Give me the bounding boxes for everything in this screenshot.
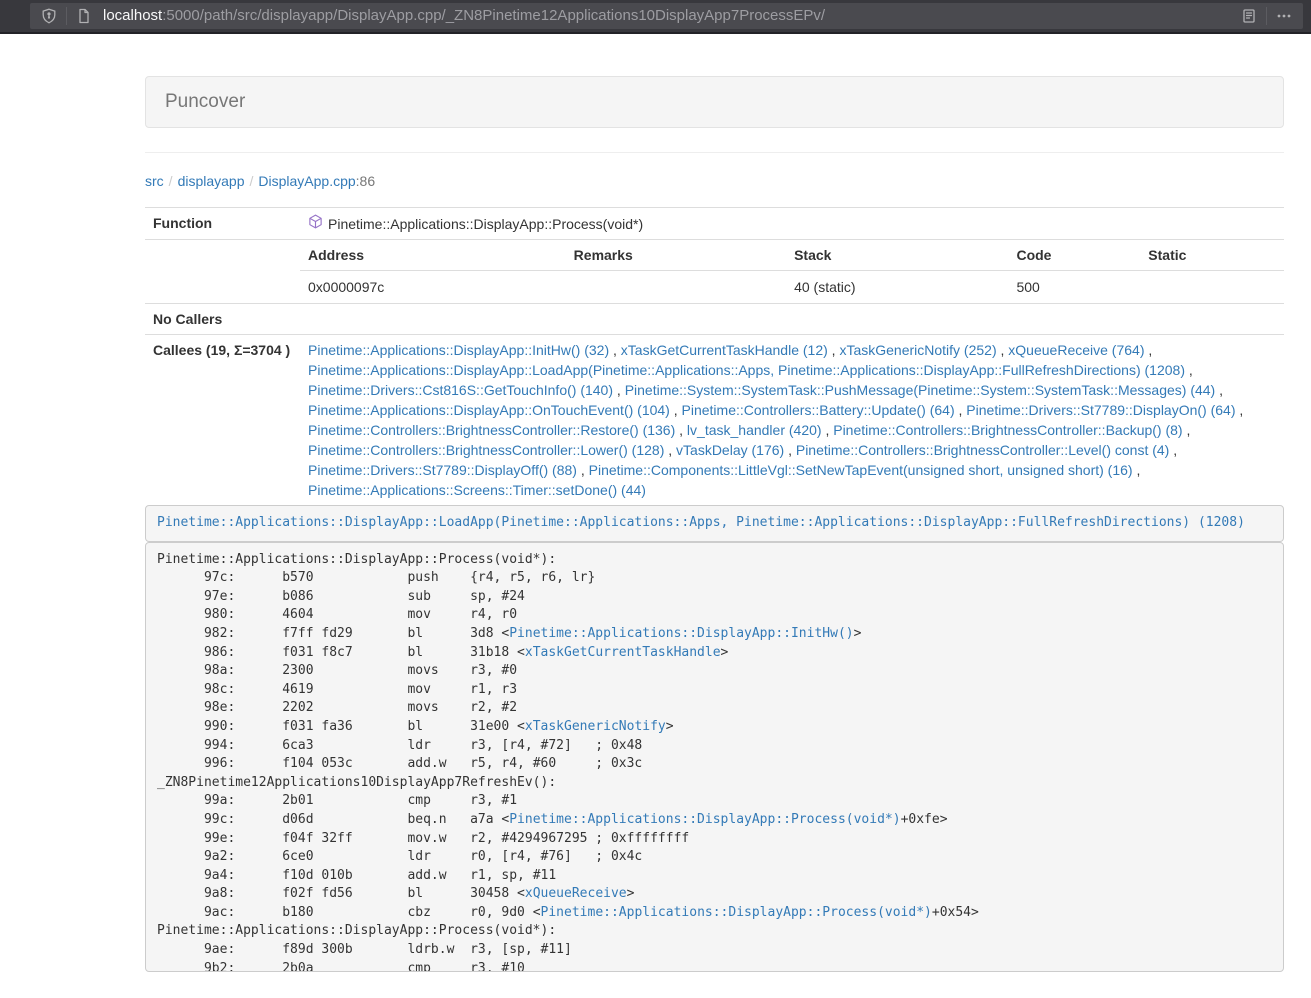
disasm-symbol-link[interactable]: Pinetime::Applications::DisplayApp::Proc… xyxy=(541,905,932,920)
disasm-line: 97e: b086 sub sp, #24 xyxy=(157,588,1272,607)
disasm-line: 98c: 4619 mov r1, r3 xyxy=(157,681,1272,700)
disasm-line: 990: f031 fa36 bl 31e00 <xTaskGenericNot… xyxy=(157,718,1272,737)
disasm-line: 98a: 2300 movs r3, #0 xyxy=(157,662,1272,681)
callee-link[interactable]: Pinetime::Applications::Screens::Timer::… xyxy=(308,482,646,498)
app-header-panel: Puncover xyxy=(145,76,1284,128)
disasm-line: _ZN8Pinetime12Applications10DisplayApp7R… xyxy=(157,774,1272,793)
breadcrumb-separator: / xyxy=(245,173,259,189)
callee-link[interactable]: Pinetime::Applications::DisplayApp::Init… xyxy=(308,342,609,358)
callee-link[interactable]: Pinetime::Drivers::St7789::DisplayOff() … xyxy=(308,462,577,478)
callee-link[interactable]: Pinetime::Controllers::BrightnessControl… xyxy=(833,422,1182,438)
symbol-cube-icon xyxy=(308,214,323,234)
static-value xyxy=(1140,271,1284,304)
callees-list: Pinetime::Applications::DisplayApp::Init… xyxy=(300,335,1284,506)
disasm-line: 996: f104 053c add.w r5, r4, #60 ; 0x3c xyxy=(157,755,1272,774)
code-size-value: 500 xyxy=(1008,271,1140,304)
callee-link[interactable]: vTaskDelay (176) xyxy=(676,442,784,458)
callee-link[interactable]: xTaskGetCurrentTaskHandle (12) xyxy=(621,342,828,358)
page-title: Puncover xyxy=(165,90,1264,114)
disasm-line: 97c: b570 push {r4, r5, r6, lr} xyxy=(157,569,1272,588)
callees-label: Callees (19, Σ=3704 ) xyxy=(145,335,300,506)
disasm-line: 9a8: f02f fd56 bl 30458 <xQueueReceive> xyxy=(157,885,1272,904)
disasm-symbol-link[interactable]: xTaskGetCurrentTaskHandle xyxy=(525,645,721,660)
function-row: Function Pinetime::Applications::Display… xyxy=(145,208,1284,240)
source-line-number: :86 xyxy=(356,173,375,189)
disassembly-listing: Pinetime::Applications::DisplayApp::Proc… xyxy=(145,542,1284,972)
callees-row: Callees (19, Σ=3704 ) Pinetime::Applicat… xyxy=(145,335,1284,506)
address-value: 0x0000097c xyxy=(300,271,566,304)
url-text[interactable]: localhost:5000/path/src/displayapp/Displ… xyxy=(103,6,1238,26)
reader-mode-icon[interactable] xyxy=(1238,5,1260,27)
divider xyxy=(145,152,1284,153)
stats-table: Address Remarks Stack Code Static 0x0000… xyxy=(300,240,1284,303)
shield-icon[interactable] xyxy=(38,5,60,27)
disasm-symbol-link[interactable]: Pinetime::Applications::DisplayApp::Proc… xyxy=(509,812,900,827)
callee-link[interactable]: xTaskGenericNotify (252) xyxy=(839,342,996,358)
callee-link[interactable]: Pinetime::Applications::DisplayApp::Load… xyxy=(308,362,1185,378)
callee-link[interactable]: Pinetime::Controllers::BrightnessControl… xyxy=(308,442,664,458)
col-remarks: Remarks xyxy=(566,240,786,271)
disasm-line: 9ac: b180 cbz r0, 9d0 <Pinetime::Applica… xyxy=(157,904,1272,923)
breadcrumb: src/displayapp/DisplayApp.cpp:86 xyxy=(145,171,1284,191)
disasm-line: Pinetime::Applications::DisplayApp::Proc… xyxy=(157,551,1272,570)
page-info-icon[interactable] xyxy=(73,5,95,27)
disasm-line: 9b2: 2b0a cmp r3, #10 xyxy=(157,960,1272,972)
callee-link[interactable]: xQueueReceive (764) xyxy=(1008,342,1144,358)
page-actions-menu-icon[interactable] xyxy=(1273,5,1295,27)
url-bar[interactable]: localhost:5000/path/src/displayapp/Displ… xyxy=(30,3,1303,29)
stats-header-row: Address Remarks Stack Code Static xyxy=(300,240,1284,271)
stats-row: Address Remarks Stack Code Static 0x0000… xyxy=(145,240,1284,304)
disasm-line: 9a4: f10d 010b add.w r1, sp, #11 xyxy=(157,867,1272,886)
callee-link[interactable]: lv_task_handler (420) xyxy=(687,422,822,438)
disasm-line: 98e: 2202 movs r2, #2 xyxy=(157,699,1272,718)
highlighted-callee-box: Pinetime::Applications::DisplayApp::Load… xyxy=(145,505,1284,542)
urlbar-separator xyxy=(66,7,67,25)
disasm-line: 980: 4604 mov r4, r0 xyxy=(157,606,1272,625)
callee-link[interactable]: Pinetime::System::SystemTask::PushMessag… xyxy=(625,382,1216,398)
col-static: Static xyxy=(1140,240,1284,271)
col-address: Address xyxy=(300,240,566,271)
disasm-line: 994: 6ca3 ldr r3, [r4, #72] ; 0x48 xyxy=(157,737,1272,756)
disasm-line: 9ae: f89d 300b ldrb.w r3, [sp, #11] xyxy=(157,941,1272,960)
disasm-line: 99a: 2b01 cmp r3, #1 xyxy=(157,792,1272,811)
disasm-line: 99c: d06d beq.n a7a <Pinetime::Applicati… xyxy=(157,811,1272,830)
browser-toolbar: localhost:5000/path/src/displayapp/Displ… xyxy=(0,0,1311,34)
breadcrumb-link[interactable]: DisplayApp.cpp xyxy=(258,173,355,189)
url-host: localhost xyxy=(103,7,162,24)
breadcrumb-link[interactable]: src xyxy=(145,173,164,189)
function-table: Function Pinetime::Applications::Display… xyxy=(145,207,1284,505)
callee-link[interactable]: Pinetime::Components::LittleVgl::SetNewT… xyxy=(589,462,1133,478)
disasm-symbol-link[interactable]: Pinetime::Applications::DisplayApp::Init… xyxy=(509,626,853,641)
url-path: :5000/path/src/displayapp/DisplayApp.cpp… xyxy=(162,7,825,24)
breadcrumb-separator: / xyxy=(164,173,178,189)
disasm-line: Pinetime::Applications::DisplayApp::Proc… xyxy=(157,922,1272,941)
no-callers-label: No Callers xyxy=(145,304,300,335)
disasm-line: 9a2: 6ce0 ldr r0, [r4, #76] ; 0x4c xyxy=(157,848,1272,867)
disasm-symbol-link[interactable]: xQueueReceive xyxy=(525,886,627,901)
breadcrumb-link[interactable]: displayapp xyxy=(178,173,245,189)
function-row-label: Function xyxy=(145,208,300,240)
callee-link[interactable]: Pinetime::Controllers::Battery::Update()… xyxy=(682,402,955,418)
callee-link[interactable]: Pinetime::Applications::DisplayApp::OnTo… xyxy=(308,402,670,418)
disasm-line: 982: f7ff fd29 bl 3d8 <Pinetime::Applica… xyxy=(157,625,1272,644)
disasm-line: 99e: f04f 32ff mov.w r2, #4294967295 ; 0… xyxy=(157,830,1272,849)
callers-row: No Callers xyxy=(145,304,1284,335)
urlbar-separator xyxy=(1266,7,1267,25)
col-stack: Stack xyxy=(786,240,1008,271)
function-name: Pinetime::Applications::DisplayApp::Proc… xyxy=(328,214,643,234)
col-code: Code xyxy=(1008,240,1140,271)
callee-link[interactable]: Pinetime::Drivers::Cst816S::GetTouchInfo… xyxy=(308,382,613,398)
callee-link[interactable]: Pinetime::Controllers::BrightnessControl… xyxy=(796,442,1169,458)
disasm-symbol-link[interactable]: xTaskGenericNotify xyxy=(525,719,666,734)
disasm-line: 986: f031 f8c7 bl 31b18 <xTaskGetCurrent… xyxy=(157,644,1272,663)
callee-link[interactable]: Pinetime::Drivers::St7789::DisplayOn() (… xyxy=(966,402,1235,418)
highlighted-callee-link[interactable]: Pinetime::Applications::DisplayApp::Load… xyxy=(157,515,1245,530)
remarks-value xyxy=(566,271,786,304)
stack-value: 40 (static) xyxy=(786,271,1008,304)
callee-link[interactable]: Pinetime::Controllers::BrightnessControl… xyxy=(308,422,675,438)
page-content: Puncover src/displayapp/DisplayApp.cpp:8… xyxy=(145,76,1284,972)
stats-value-row: 0x0000097c 40 (static) 500 xyxy=(300,271,1284,304)
